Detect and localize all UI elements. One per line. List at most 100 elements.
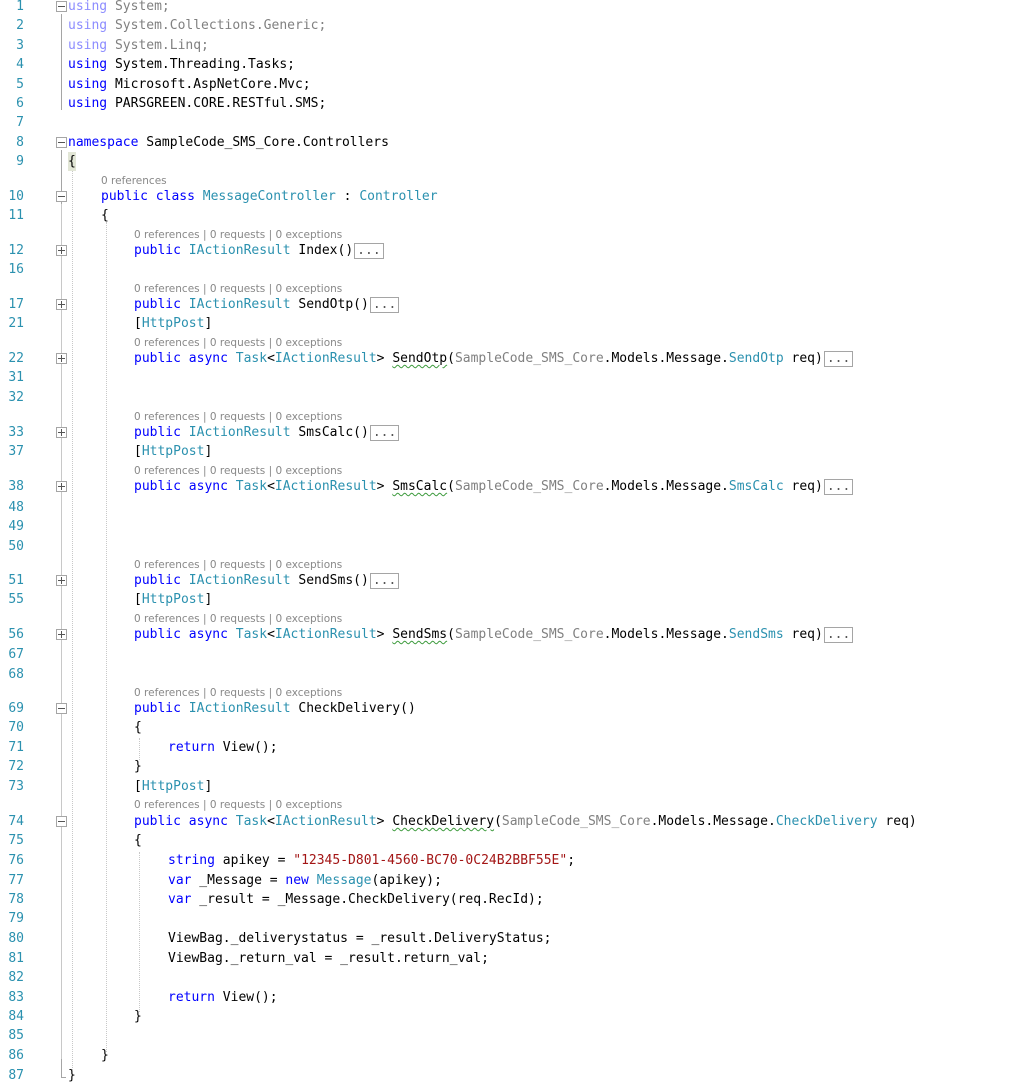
code-line-72: 72 }: [0, 757, 1026, 776]
line-number: 31: [8, 370, 24, 385]
code-line-31: 31: [0, 368, 1026, 387]
method-name: SendOtp: [392, 351, 448, 366]
expand-method-icon[interactable]: [56, 299, 67, 310]
method-codelens[interactable]: 0 references | 0 requests | 0 exceptions: [134, 410, 342, 424]
brace: }: [134, 759, 142, 774]
model-namespace: SampleCode_SMS_Core: [454, 627, 604, 642]
return-type: IActionResult: [274, 814, 377, 829]
collapsed-body-ellipsis[interactable]: ...: [369, 297, 400, 313]
collapsed-body-ellipsis[interactable]: ...: [823, 479, 854, 495]
usings-fold-guide: [61, 14, 62, 110]
method-codelens[interactable]: 0 references | 0 requests | 0 exceptions: [134, 558, 342, 572]
method-name: SendSms: [392, 627, 448, 642]
http-post-attribute: HttpPost: [141, 779, 205, 794]
class-keyword: class: [155, 189, 195, 204]
return-type: IActionResult: [274, 627, 377, 642]
return-type: IActionResult: [188, 573, 291, 588]
collapse-class-icon[interactable]: [56, 191, 67, 202]
expand-method-icon[interactable]: [56, 575, 67, 586]
method-codelens[interactable]: 0 references | 0 requests | 0 exceptions: [134, 228, 342, 242]
line-number: 3: [16, 38, 24, 53]
using-keyword: using: [68, 0, 108, 14]
line-number: 79: [8, 911, 24, 926]
line-number: 70: [8, 720, 24, 735]
http-post-attribute: HttpPost: [141, 592, 205, 607]
attribute-bracket: ]: [204, 779, 213, 794]
expand-method-icon[interactable]: [56, 481, 67, 492]
line-number: 74: [8, 814, 24, 829]
using-namespace: System.Linq;: [114, 38, 209, 53]
using-keyword: using: [68, 38, 108, 53]
method-codelens[interactable]: 0 references | 0 requests | 0 exceptions: [134, 612, 342, 626]
return-type: IActionResult: [274, 351, 377, 366]
code-line-1: 1 using System;: [0, 0, 1026, 16]
collapsed-body-ellipsis[interactable]: ...: [369, 425, 400, 441]
collapse-method-icon[interactable]: [56, 816, 67, 827]
line-number: 4: [16, 57, 24, 72]
paren: (: [447, 351, 455, 366]
generic-close: >: [376, 814, 385, 829]
method-codelens[interactable]: 0 references | 0 requests | 0 exceptions: [134, 282, 342, 296]
expand-method-icon[interactable]: [56, 427, 67, 438]
new-keyword: new: [285, 873, 309, 888]
line-number: 68: [8, 667, 24, 682]
code-line-79: 79: [0, 909, 1026, 928]
line-number: 55: [8, 592, 24, 607]
code-line-74: 74 public async Task<IActionResult> Chec…: [0, 812, 1026, 831]
expand-method-icon[interactable]: [56, 629, 67, 640]
using-namespace: System;: [114, 0, 170, 14]
using-namespace: System.Threading.Tasks;: [114, 57, 295, 72]
code-line-75: 75 {: [0, 831, 1026, 850]
task-type: Task: [235, 814, 268, 829]
model-type: SendOtp: [728, 351, 784, 366]
generic-open: <: [267, 351, 275, 366]
public-keyword: public: [134, 297, 181, 312]
code-line-56: 56 public async Task<IActionResult> Send…: [0, 625, 1026, 644]
view-call: View();: [214, 990, 278, 1005]
line-number: 83: [8, 990, 24, 1005]
method-codelens[interactable]: 0 references | 0 requests | 0 exceptions: [134, 798, 342, 812]
public-keyword: public: [134, 814, 181, 829]
code-line-22: 22 public async Task<IActionResult> Send…: [0, 349, 1026, 368]
line-number: 71: [8, 740, 24, 755]
view-call: View();: [214, 740, 278, 755]
generic-open: <: [267, 479, 275, 494]
method-name: CheckDelivery: [298, 701, 401, 716]
expand-method-icon[interactable]: [56, 245, 67, 256]
collapsed-body-ellipsis[interactable]: ...: [823, 627, 854, 643]
collapsed-body-ellipsis[interactable]: ...: [369, 573, 400, 589]
using-keyword: using: [68, 57, 108, 72]
expand-method-icon[interactable]: [56, 353, 67, 364]
collapse-usings-icon[interactable]: [56, 1, 67, 12]
async-keyword: async: [188, 627, 228, 642]
collapsed-body-ellipsis[interactable]: ...: [354, 243, 384, 259]
async-keyword: async: [188, 814, 228, 829]
line-number: 7: [16, 115, 24, 130]
line-number: 84: [8, 1009, 24, 1024]
method-codelens[interactable]: 0 references | 0 requests | 0 exceptions: [134, 336, 342, 350]
async-keyword: async: [188, 351, 228, 366]
brace-highlight: {: [68, 152, 76, 171]
param-name: req): [783, 351, 823, 366]
line-number: 37: [8, 444, 24, 459]
code-line-69: 69 public IActionResult CheckDelivery(): [0, 699, 1026, 718]
collapse-namespace-icon[interactable]: [56, 137, 67, 148]
generic-close: >: [376, 479, 385, 494]
model-namespace: SampleCode_SMS_Core: [501, 814, 651, 829]
attribute-bracket: [: [134, 779, 142, 794]
brace: }: [68, 1068, 76, 1083]
using-keyword: using: [68, 96, 108, 111]
return-type: IActionResult: [188, 425, 291, 440]
code-line-50: 50: [0, 537, 1026, 556]
parens: (): [353, 297, 369, 312]
collapsed-body-ellipsis[interactable]: ...: [823, 351, 854, 367]
method-codelens[interactable]: 0 references | 0 requests | 0 exceptions: [134, 464, 342, 478]
code-line-86: 86 }: [0, 1046, 1026, 1065]
class-codelens[interactable]: 0 references: [101, 174, 167, 188]
collapse-method-icon[interactable]: [56, 703, 67, 714]
message-type: Message: [316, 873, 372, 888]
line-number: 50: [8, 539, 24, 554]
line-number: 32: [8, 390, 24, 405]
method-codelens[interactable]: 0 references | 0 requests | 0 exceptions: [134, 686, 342, 700]
public-keyword: public: [134, 351, 181, 366]
